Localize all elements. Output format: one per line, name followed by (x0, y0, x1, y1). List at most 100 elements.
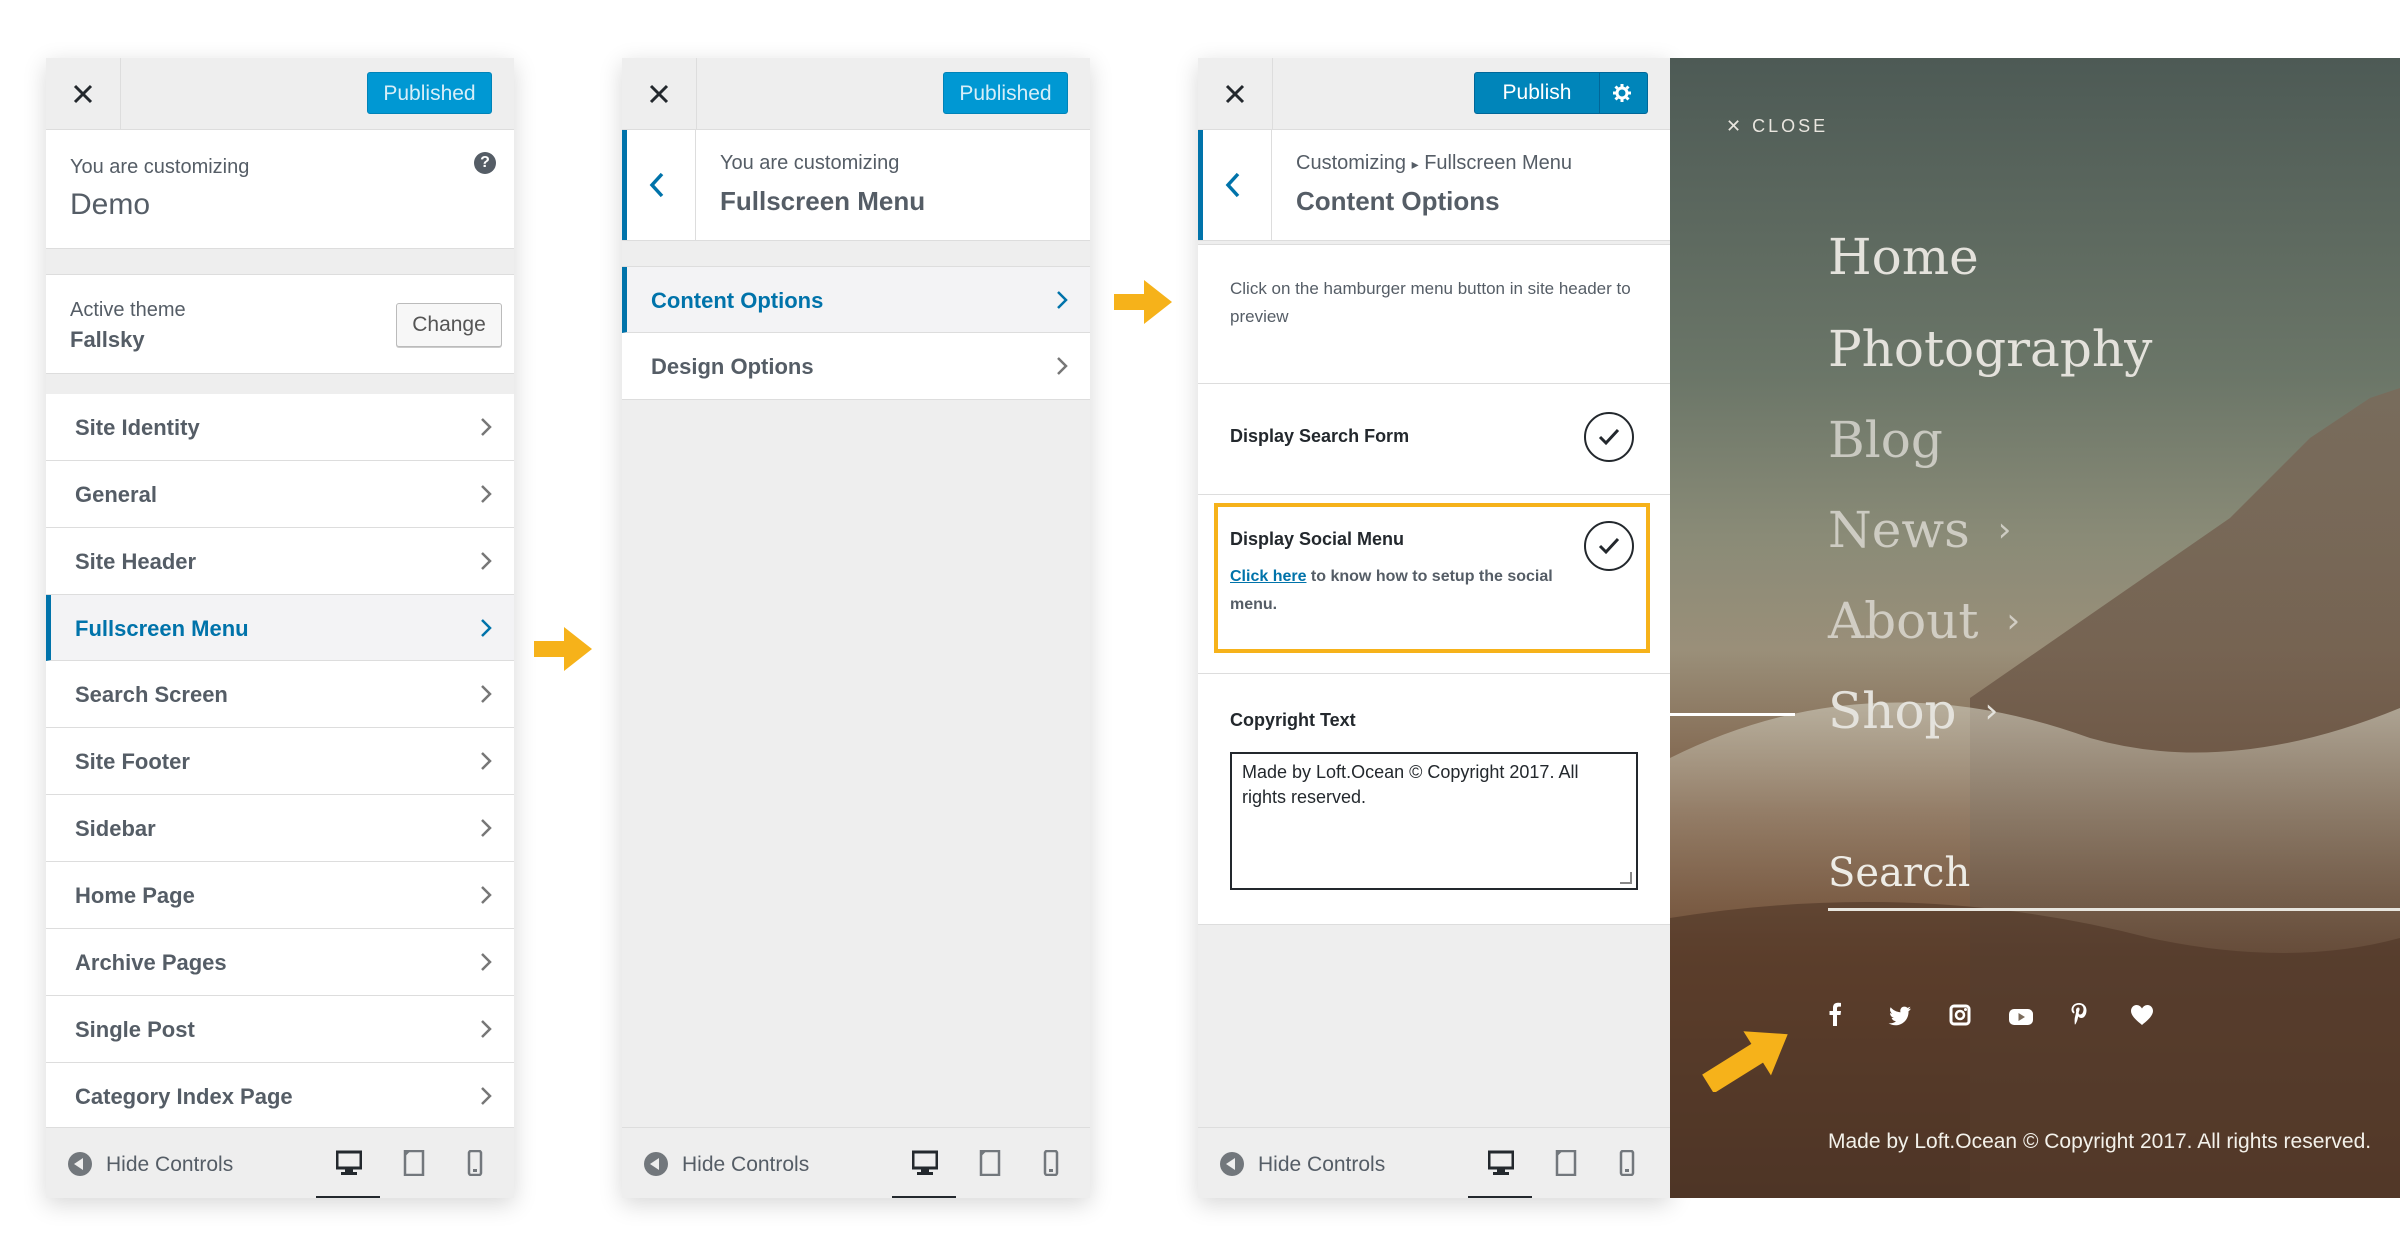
hide-controls-button[interactable]: Hide Controls (68, 1152, 233, 1177)
published-button[interactable]: Published (367, 72, 492, 114)
chevron-right-icon (481, 886, 492, 904)
chevron-right-icon (1057, 291, 1068, 309)
help-icon[interactable]: ? (474, 152, 496, 174)
pinterest-icon[interactable] (2070, 1002, 2126, 1033)
hide-controls-label: Hide Controls (106, 1153, 234, 1176)
menu-item-home[interactable]: Home (1828, 228, 1979, 286)
chevron-right-icon (481, 685, 492, 703)
back-button[interactable] (1198, 130, 1272, 240)
close-menu-button[interactable]: ✕ CLOSE (1726, 116, 1828, 137)
close-customizer-button[interactable] (622, 58, 697, 129)
section-label: Fullscreen Menu (75, 616, 249, 641)
section-title: Content Options (1296, 186, 1500, 216)
display-search-form-label: Display Search Form (1230, 426, 1410, 446)
heart-icon[interactable] (2130, 1004, 2186, 1033)
section-general[interactable]: General (46, 461, 514, 528)
subsection-content-options[interactable]: Content Options (622, 267, 1090, 333)
arrow-right-icon (1114, 280, 1172, 324)
chevron-right-icon (481, 1020, 492, 1038)
instagram-icon[interactable] (1949, 1004, 2005, 1033)
preview-mobile-button[interactable] (1599, 1146, 1663, 1196)
section-label: Site Header (75, 549, 197, 574)
published-button[interactable]: Published (943, 72, 1068, 114)
section-fullscreen-menu[interactable]: Fullscreen Menu (46, 595, 514, 661)
arrow-diagonal-icon (1702, 1031, 1788, 1092)
footer-copyright: Made by Loft.Ocean © Copyright 2017. All… (1828, 1130, 2372, 1153)
tablet-icon (1555, 1150, 1577, 1176)
customizer-header: Published (46, 58, 514, 130)
facebook-icon[interactable] (1828, 1002, 1884, 1033)
chevron-right-icon (481, 485, 492, 503)
click-here-link[interactable]: Click here (1230, 568, 1306, 585)
section-label: Category Index Page (75, 1084, 293, 1109)
change-theme-button[interactable]: Change (396, 303, 502, 347)
close-customizer-button[interactable] (1198, 58, 1273, 129)
arrow-right-icon (534, 627, 592, 671)
menu-item-news[interactable]: News › (1828, 501, 2011, 559)
section-label: Home Page (75, 883, 195, 908)
chevron-left-icon (1225, 172, 1240, 198)
customizer-panel-content-options: Publish Customizing ▸ Fullscreen Menu Co… (1198, 58, 1670, 1198)
copyright-textarea[interactable]: Made by Loft.Ocean © Copyright 2017. All… (1230, 752, 1638, 890)
section-description: Click on the hamburger menu button in si… (1198, 244, 1670, 384)
hide-controls-label: Hide Controls (682, 1153, 810, 1176)
twitter-icon[interactable] (1888, 1005, 1944, 1033)
hide-controls-button[interactable]: Hide Controls (1220, 1152, 1385, 1177)
section-site-footer[interactable]: Site Footer (46, 728, 514, 795)
youtube-icon[interactable] (2009, 1005, 2065, 1033)
menu-item-label: Shop (1828, 682, 1957, 740)
preview-desktop-button[interactable] (892, 1146, 956, 1198)
menu-item-photography[interactable]: Photography (1828, 320, 2152, 378)
chevron-right-icon (481, 752, 492, 770)
publish-label: Publish (1475, 73, 1600, 113)
hide-controls-label: Hide Controls (1258, 1153, 1386, 1176)
section-home-page[interactable]: Home Page (46, 862, 514, 929)
chevron-right-icon (481, 819, 492, 837)
close-customizer-button[interactable] (46, 58, 121, 129)
section-search-screen[interactable]: Search Screen (46, 661, 514, 728)
preview-desktop-button[interactable] (316, 1146, 380, 1198)
menu-item-label: About (1828, 592, 1979, 650)
close-icon (1225, 84, 1245, 104)
preview-tablet-button[interactable] (1535, 1146, 1599, 1196)
preview-desktop-button[interactable] (1468, 1146, 1532, 1198)
preview-tablet-button[interactable] (959, 1146, 1023, 1196)
section-site-header[interactable]: Site Header (46, 528, 514, 595)
subsection-design-options[interactable]: Design Options (622, 333, 1090, 400)
display-search-form-checkbox[interactable] (1584, 412, 1634, 462)
chevron-right-icon (481, 1087, 492, 1105)
close-icon (73, 84, 93, 104)
menu-item-shop[interactable]: Shop › (1828, 682, 1998, 740)
preview-mobile-button[interactable] (1023, 1146, 1087, 1196)
section-label: Single Post (75, 1017, 195, 1042)
section-sidebar[interactable]: Sidebar (46, 795, 514, 862)
hide-controls-button[interactable]: Hide Controls (644, 1152, 809, 1177)
collapse-icon (1220, 1152, 1244, 1176)
resize-handle[interactable] (1620, 872, 1632, 884)
copyright-text-label: Copyright Text (1230, 710, 1356, 730)
display-social-menu-label: Display Social Menu (1230, 529, 1405, 549)
tablet-icon (979, 1150, 1001, 1176)
publish-button[interactable]: Publish (1474, 72, 1648, 114)
section-single-post[interactable]: Single Post (46, 996, 514, 1063)
submenu-arrow-icon: › (1984, 691, 1999, 731)
section-site-identity[interactable]: Site Identity (46, 394, 514, 461)
search-field[interactable]: Search (1828, 850, 1970, 896)
preview-tablet-button[interactable] (383, 1146, 447, 1196)
chevron-right-icon (481, 552, 492, 570)
menu-item-about[interactable]: About › (1828, 592, 2020, 650)
customizer-header: Publish (1198, 58, 1670, 130)
desktop-icon (912, 1150, 938, 1175)
submenu-arrow-icon: › (2006, 601, 2021, 641)
back-button[interactable] (622, 130, 696, 240)
section-archive-pages[interactable]: Archive Pages (46, 929, 514, 996)
preview-mobile-button[interactable] (447, 1146, 511, 1196)
chevron-right-icon (481, 619, 492, 637)
gear-icon (1613, 84, 1631, 102)
publish-settings-button[interactable] (1599, 73, 1647, 113)
section-category-index-page[interactable]: Category Index Page (46, 1063, 514, 1130)
customizer-panel-fullscreen-menu: Published You are customizing Fullscreen… (622, 58, 1090, 1198)
collapse-icon (68, 1152, 92, 1176)
menu-item-blog[interactable]: Blog (1828, 411, 1943, 469)
subsection-label: Design Options (651, 354, 814, 379)
